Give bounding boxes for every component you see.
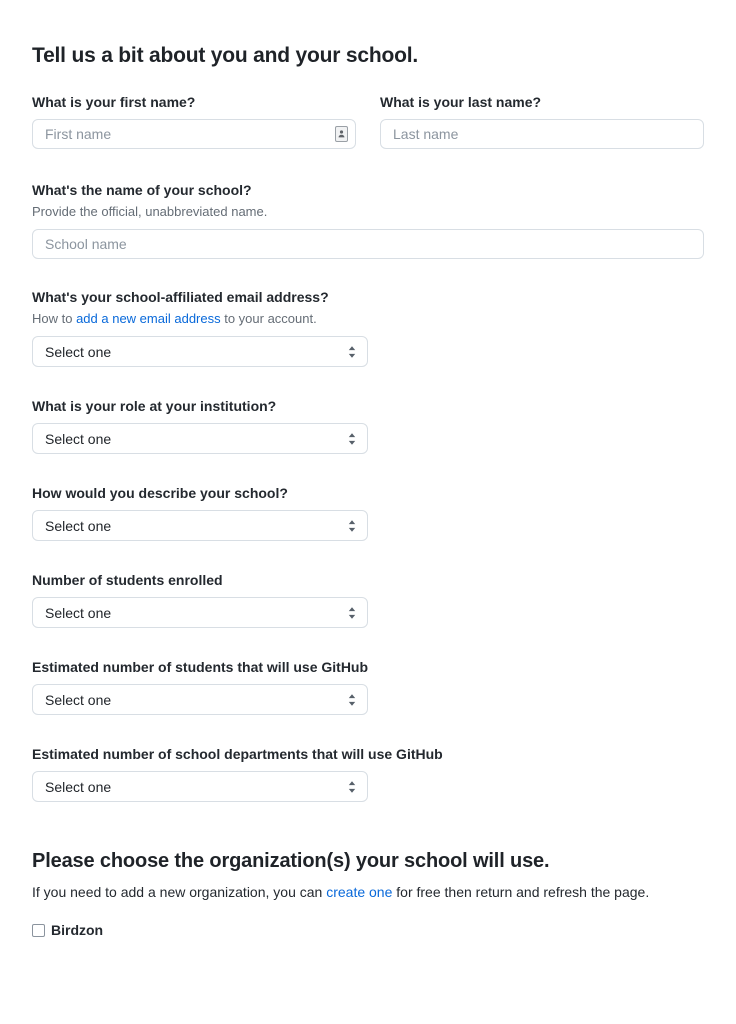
organizations-caption-before: If you need to add a new organization, y… [32, 884, 327, 901]
email-field-group: What's your school-affiliated email addr… [32, 289, 704, 368]
create-organization-link[interactable]: create one [326, 884, 392, 900]
first-name-field-group: What is your first name? [32, 94, 356, 150]
organizations-section: Please choose the organization(s) your s… [32, 849, 704, 939]
first-name-input-wrap [32, 119, 356, 150]
students-enrolled-label: Number of students enrolled [32, 572, 223, 589]
organization-checkbox-birdzon[interactable] [32, 924, 45, 938]
last-name-input[interactable] [380, 119, 704, 150]
school-type-select-wrap: Select one [32, 510, 368, 542]
school-verification-form: Tell us a bit about you and your school.… [0, 0, 736, 1024]
email-label: What's your school-affiliated email addr… [32, 289, 329, 306]
students-using-github-select-wrap: Select one [32, 684, 368, 716]
organizations-caption-after: for free then return and refresh the pag… [392, 884, 650, 901]
students-using-github-select[interactable]: Select one [32, 684, 368, 716]
school-type-field-group: How would you describe your school? Sele… [32, 485, 704, 542]
first-name-input[interactable] [32, 119, 356, 150]
school-type-select[interactable]: Select one [32, 510, 368, 542]
students-using-github-label: Estimated number of students that will u… [32, 659, 369, 676]
email-select[interactable]: Select one [32, 336, 368, 368]
email-caption: How to add a new email address to your a… [32, 310, 704, 328]
role-select[interactable]: Select one [32, 423, 368, 455]
organization-label-birdzon[interactable]: Birdzon [51, 922, 103, 939]
departments-using-github-select[interactable]: Select one [32, 771, 368, 803]
last-name-input-wrap [380, 119, 704, 150]
school-name-caption: Provide the official, unabbreviated name… [32, 204, 268, 220]
students-using-github-field-group: Estimated number of students that will u… [32, 659, 704, 716]
email-select-wrap: Select one [32, 336, 368, 368]
role-label: What is your role at your institution? [32, 398, 277, 415]
departments-using-github-field-group: Estimated number of school departments t… [32, 746, 704, 803]
school-name-input-wrap [32, 229, 704, 260]
last-name-label: What is your last name? [380, 94, 542, 111]
students-enrolled-field-group: Number of students enrolled Select one [32, 572, 704, 629]
organizations-caption: If you need to add a new organization, y… [32, 882, 704, 902]
email-caption-before: How to [32, 311, 77, 327]
departments-using-github-select-wrap: Select one [32, 771, 368, 803]
email-caption-after: to your account. [220, 311, 317, 327]
school-name-label: What's the name of your school? [32, 182, 252, 199]
departments-using-github-label: Estimated number of school departments t… [32, 746, 443, 763]
organizations-title: Please choose the organization(s) your s… [32, 850, 550, 873]
school-type-label: How would you describe your school? [32, 485, 288, 502]
role-field-group: What is your role at your institution? S… [32, 398, 704, 455]
role-select-wrap: Select one [32, 423, 368, 455]
add-new-email-address-link[interactable]: add a new email address [76, 311, 221, 326]
school-name-input[interactable] [32, 229, 704, 260]
organization-list-item[interactable]: Birdzon [32, 922, 704, 939]
last-name-field-group: What is your last name? [380, 94, 704, 150]
page-title: Tell us a bit about you and your school. [32, 44, 418, 67]
students-enrolled-select[interactable]: Select one [32, 597, 368, 629]
first-name-label: What is your first name? [32, 94, 196, 111]
students-enrolled-select-wrap: Select one [32, 597, 368, 629]
school-name-field-group: What's the name of your school? Provide … [32, 182, 704, 260]
name-row: What is your first name? What is your la… [32, 94, 704, 150]
